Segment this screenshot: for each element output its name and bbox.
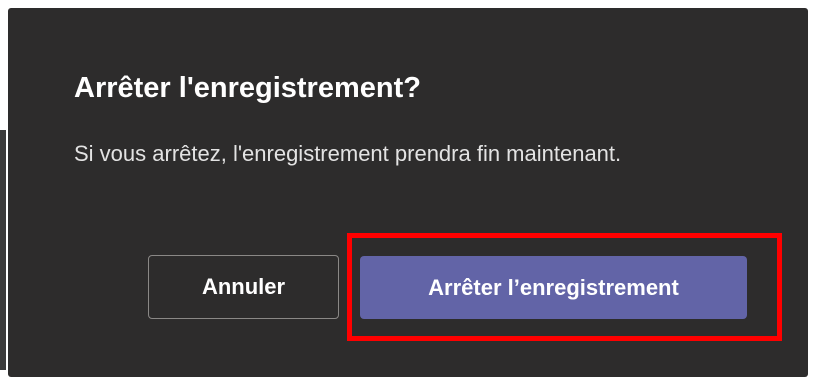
background-app-edge xyxy=(0,130,6,370)
stop-recording-dialog: Arrêter l'enregistrement? Si vous arrête… xyxy=(8,8,808,377)
dialog-title: Arrêter l'enregistrement? xyxy=(74,72,421,104)
stop-recording-button[interactable]: Arrêter l’enregistrement xyxy=(360,256,747,319)
dialog-message: Si vous arrêtez, l'enregistrement prendr… xyxy=(74,141,622,166)
screenshot: Arrêter l'enregistrement? Si vous arrête… xyxy=(0,0,814,383)
cancel-button[interactable]: Annuler xyxy=(148,255,339,319)
